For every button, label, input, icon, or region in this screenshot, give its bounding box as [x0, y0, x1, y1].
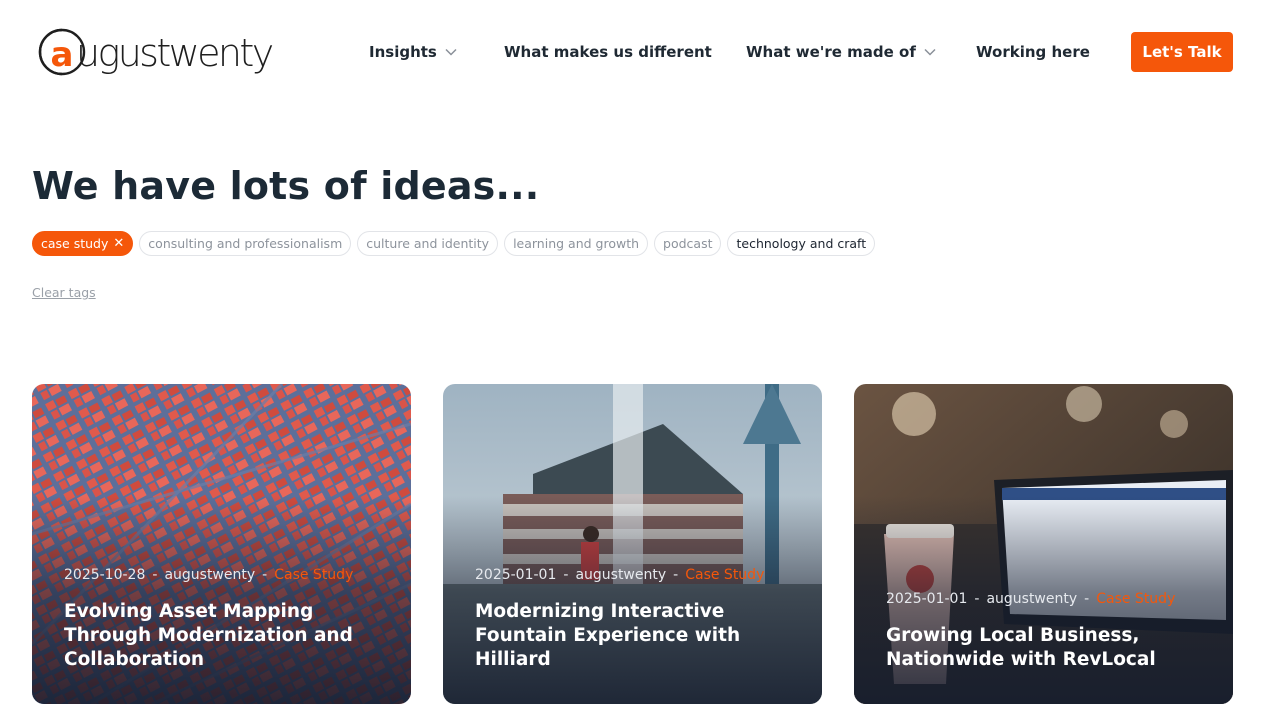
- article-card[interactable]: 2025-10-28- augustwenty - Case Study Evolvi…: [32, 384, 411, 704]
- clear-tags-link[interactable]: Clear tags: [32, 285, 96, 300]
- svg-text:a: a: [51, 35, 74, 75]
- article-card[interactable]: 2025-01-01- augustwenty - Case Study Modern…: [443, 384, 822, 704]
- nav-working-label: Working here: [976, 43, 1090, 61]
- tag-label: learning and growth: [513, 236, 640, 251]
- brand-logo[interactable]: a ugustwenty: [38, 26, 278, 78]
- chevron-down-icon: [445, 48, 457, 56]
- nav-madeof-label: What we're made of: [746, 43, 916, 61]
- separator: -: [1084, 591, 1090, 607]
- nav-insights[interactable]: Insights: [369, 43, 457, 61]
- card-meta: 2025-01-01- augustwenty - Case Study: [475, 567, 764, 583]
- nav-what-were-made-of[interactable]: What we're made of: [746, 43, 936, 61]
- tag-culture-and-identity[interactable]: culture and identity: [357, 231, 499, 256]
- article-card[interactable]: 2025-01-01- augustwenty - Case Study Growin…: [854, 384, 1233, 704]
- tag-case-study[interactable]: case study ✕: [32, 231, 134, 256]
- tag-label: consulting and professionalism: [148, 236, 343, 251]
- logo-mark-icon: a: [38, 27, 88, 77]
- card-title[interactable]: Modernizing Interactive Fountain Experie…: [475, 600, 795, 672]
- card-title[interactable]: Growing Local Business, Nationwide with …: [886, 624, 1206, 672]
- tag-podcast[interactable]: podcast: [654, 231, 722, 256]
- card-meta: 2025-10-28- augustwenty - Case Study: [64, 567, 353, 583]
- card-date: 2025-01-01: [886, 591, 968, 607]
- separator: -: [152, 567, 158, 583]
- separator: -: [673, 567, 679, 583]
- nav-what-makes-us-different[interactable]: What makes us different: [504, 43, 712, 61]
- tag-consulting-and-professionalism[interactable]: consulting and professionalism: [139, 231, 352, 256]
- chevron-down-icon: [924, 48, 936, 56]
- card-category[interactable]: Case Study: [274, 567, 353, 583]
- nav-insights-label: Insights: [369, 43, 437, 61]
- card-date: 2025-10-28: [64, 567, 146, 583]
- lets-talk-button[interactable]: Let's Talk: [1131, 32, 1233, 72]
- tag-learning-and-growth[interactable]: learning and growth: [504, 231, 649, 256]
- card-author: augustwenty: [164, 567, 256, 583]
- tag-label: culture and identity: [366, 236, 490, 251]
- separator: -: [974, 591, 980, 607]
- tag-label: podcast: [663, 236, 713, 251]
- tag-label: case study: [41, 236, 109, 251]
- card-title[interactable]: Evolving Asset Mapping Through Moderniza…: [64, 600, 384, 672]
- tag-technology-and-craft[interactable]: technology and craft: [727, 231, 876, 256]
- card-category[interactable]: Case Study: [1096, 591, 1175, 607]
- card-author: augustwenty: [575, 567, 667, 583]
- card-meta: 2025-01-01- augustwenty - Case Study: [886, 591, 1175, 607]
- separator: -: [262, 567, 268, 583]
- nav-working-here[interactable]: Working here: [976, 43, 1090, 61]
- logo-wordmark: ugustwenty: [76, 31, 274, 75]
- close-icon[interactable]: ✕: [113, 236, 124, 251]
- page-title: We have lots of ideas...: [32, 164, 540, 208]
- nav-different-label: What makes us different: [504, 43, 712, 61]
- tag-filter-list: case study ✕ consulting and professional…: [32, 231, 876, 256]
- tag-label: technology and craft: [736, 236, 867, 251]
- card-category[interactable]: Case Study: [685, 567, 764, 583]
- card-date: 2025-01-01: [475, 567, 557, 583]
- separator: -: [563, 567, 569, 583]
- card-author: augustwenty: [986, 591, 1078, 607]
